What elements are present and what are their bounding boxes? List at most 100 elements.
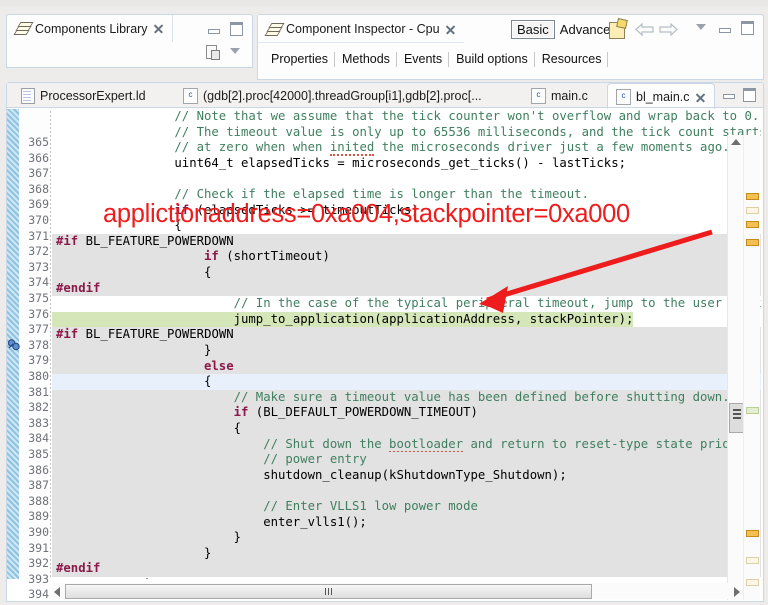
- code-token: #if: [56, 233, 79, 248]
- code-line-text[interactable]: #endif: [56, 561, 100, 577]
- code-line[interactable]: [52, 421, 761, 437]
- vertical-scrollbar[interactable]: [727, 135, 745, 600]
- code-line[interactable]: [52, 374, 761, 390]
- c-file-icon: c: [531, 87, 546, 104]
- code-line[interactable]: [52, 249, 761, 265]
- code-line[interactable]: [52, 343, 761, 359]
- scroll-up-arrow-icon[interactable]: [731, 139, 741, 145]
- code-line[interactable]: [52, 265, 761, 281]
- scroll-right-arrow-icon[interactable]: [734, 587, 740, 597]
- line-number: 367: [28, 166, 49, 181]
- code-line-text[interactable]: #if BL_FEATURE_POWERDOWN: [56, 234, 234, 250]
- line-number: 385: [28, 447, 49, 461]
- overview-ruler[interactable]: [743, 135, 760, 600]
- code-line[interactable]: [52, 218, 761, 234]
- code-line-text[interactable]: }: [234, 530, 241, 546]
- occurrence-marker[interactable]: [746, 557, 759, 564]
- code-line[interactable]: [52, 358, 761, 375]
- code-line-text[interactable]: jump_to_application(applicationAddress, …: [233, 311, 634, 328]
- warning-marker[interactable]: [746, 221, 759, 228]
- editor-maximize-icon[interactable]: [742, 87, 756, 102]
- code-token: // In the case of the typical peripheral…: [233, 296, 761, 311]
- library-maximize-icon[interactable]: [229, 21, 243, 36]
- close-icon[interactable]: [695, 92, 706, 103]
- code-line-text[interactable]: // Note that we assume that the tick cou…: [174, 109, 759, 125]
- tab-events[interactable]: Events: [396, 49, 450, 69]
- tab-methods[interactable]: Methods: [334, 49, 397, 69]
- tab-properties[interactable]: Properties: [264, 49, 335, 69]
- horizontal-scroll-thumb[interactable]: [65, 584, 592, 599]
- horizontal-scrollbar[interactable]: [52, 583, 742, 599]
- code-line-text[interactable]: if (BL_DEFAULT_POWERDOWN_TIMEOUT): [234, 405, 478, 421]
- warning-marker[interactable]: [746, 530, 759, 537]
- code-line-text[interactable]: {: [204, 374, 211, 390]
- code-line-text[interactable]: if (shortTimeout): [204, 249, 330, 265]
- basic-mode-button[interactable]: Basic: [511, 20, 555, 39]
- code-line-text[interactable]: // Check if the elapsed time is longer t…: [174, 187, 589, 203]
- tab-build-options[interactable]: Build options: [449, 49, 535, 69]
- editor-minimize-icon[interactable]: [722, 87, 735, 99]
- code-line-text[interactable]: {: [234, 421, 241, 437]
- code-line-text[interactable]: {: [204, 265, 211, 281]
- code-line-text[interactable]: else: [204, 359, 234, 375]
- occurrence-marker[interactable]: [746, 579, 759, 586]
- occurrence-marker[interactable]: [746, 207, 759, 214]
- source-code[interactable]: // Note that we assume that the tick cou…: [52, 109, 761, 579]
- line-number: 389: [28, 509, 49, 524]
- library-minimize-icon[interactable]: [207, 22, 220, 34]
- editor-tab-processorexpert-ld[interactable]: ProcessorExpert.ld: [13, 83, 154, 108]
- arrow-right-icon[interactable]: [659, 22, 678, 37]
- code-line[interactable]: [52, 530, 761, 546]
- arrow-left-icon[interactable]: [635, 22, 654, 37]
- code-line-text[interactable]: // power entry: [263, 452, 367, 468]
- inspector-property-tabs: Properties Methods Events Build options …: [264, 47, 609, 69]
- code-line-text[interactable]: #endif: [56, 281, 100, 297]
- code-line-text[interactable]: enter_vlls1();: [263, 515, 367, 531]
- code-line-text[interactable]: }: [145, 577, 152, 579]
- code-line-text[interactable]: if (elapsedTicks >= timeoutTicks): [174, 203, 418, 219]
- code-line[interactable]: [52, 514, 761, 531]
- editor-tab-bl-main-c[interactable]: c bl_main.c: [607, 83, 715, 110]
- code-line-text[interactable]: // Enter VLLS1 low power mode: [263, 499, 478, 515]
- code-token: {: [233, 421, 241, 435]
- tab-resources[interactable]: Resources: [534, 49, 609, 69]
- close-icon[interactable]: [445, 24, 456, 35]
- inspector-mode-toggle: Basic Advanced: [511, 20, 623, 39]
- code-line[interactable]: [52, 577, 761, 579]
- code-line-text[interactable]: // In the case of the typical peripheral…: [234, 296, 761, 312]
- scroll-left-arrow-icon[interactable]: [54, 587, 60, 597]
- code-line-text[interactable]: {: [174, 218, 181, 234]
- code-line-text[interactable]: shutdown_cleanup(kShutdownType_Shutdown)…: [263, 468, 567, 484]
- components-library-tab[interactable]: Components Library: [7, 15, 173, 42]
- code-line-text[interactable]: // The timeout value is only up to 65536…: [174, 125, 761, 141]
- code-line-text[interactable]: uint64_t elapsedTicks = microseconds_get…: [174, 156, 626, 172]
- code-line[interactable]: [52, 280, 761, 297]
- code-line[interactable]: [52, 483, 761, 499]
- search-match-marker[interactable]: [746, 407, 759, 414]
- code-line[interactable]: [52, 171, 761, 187]
- editor-tab-gdb-proc[interactable]: c (gdb[2].proc[42000].threadGroup[i1],gd…: [175, 83, 490, 108]
- inspector-maximize-icon[interactable]: [740, 20, 754, 35]
- warning-marker[interactable]: [746, 193, 759, 200]
- code-line-text[interactable]: #if BL_FEATURE_POWERDOWN: [56, 327, 234, 343]
- inspector-minimize-icon[interactable]: [718, 21, 731, 33]
- code-line-text[interactable]: // Shut down the bootloader and return t…: [263, 436, 761, 453]
- code-line[interactable]: [52, 452, 761, 468]
- component-inspector-view: Component Inspector - Cpu Basic Advanced: [257, 14, 764, 80]
- editor-tab-main-c[interactable]: c main.c: [523, 83, 596, 108]
- code-token: #if: [56, 327, 79, 342]
- code-line[interactable]: [52, 561, 761, 577]
- code-line-text[interactable]: // Make sure a timeout value has been de…: [234, 390, 730, 406]
- line-number: 381: [28, 384, 49, 399]
- code-token: bootloader: [389, 436, 464, 453]
- code-line[interactable]: [52, 545, 761, 562]
- code-line-text[interactable]: }: [204, 546, 211, 562]
- code-token: }: [145, 577, 152, 579]
- warning-marker[interactable]: [746, 239, 759, 246]
- component-inspector-tab[interactable]: Component Inspector - Cpu: [258, 15, 464, 43]
- views-bar: Components Library Component Inspector -…: [0, 0, 768, 80]
- debug-breakpoint-icon[interactable]: [7, 338, 21, 352]
- close-icon[interactable]: [153, 23, 164, 34]
- code-line-text[interactable]: // at zero when when inited the microsec…: [174, 140, 730, 157]
- code-line-text[interactable]: }: [204, 343, 211, 359]
